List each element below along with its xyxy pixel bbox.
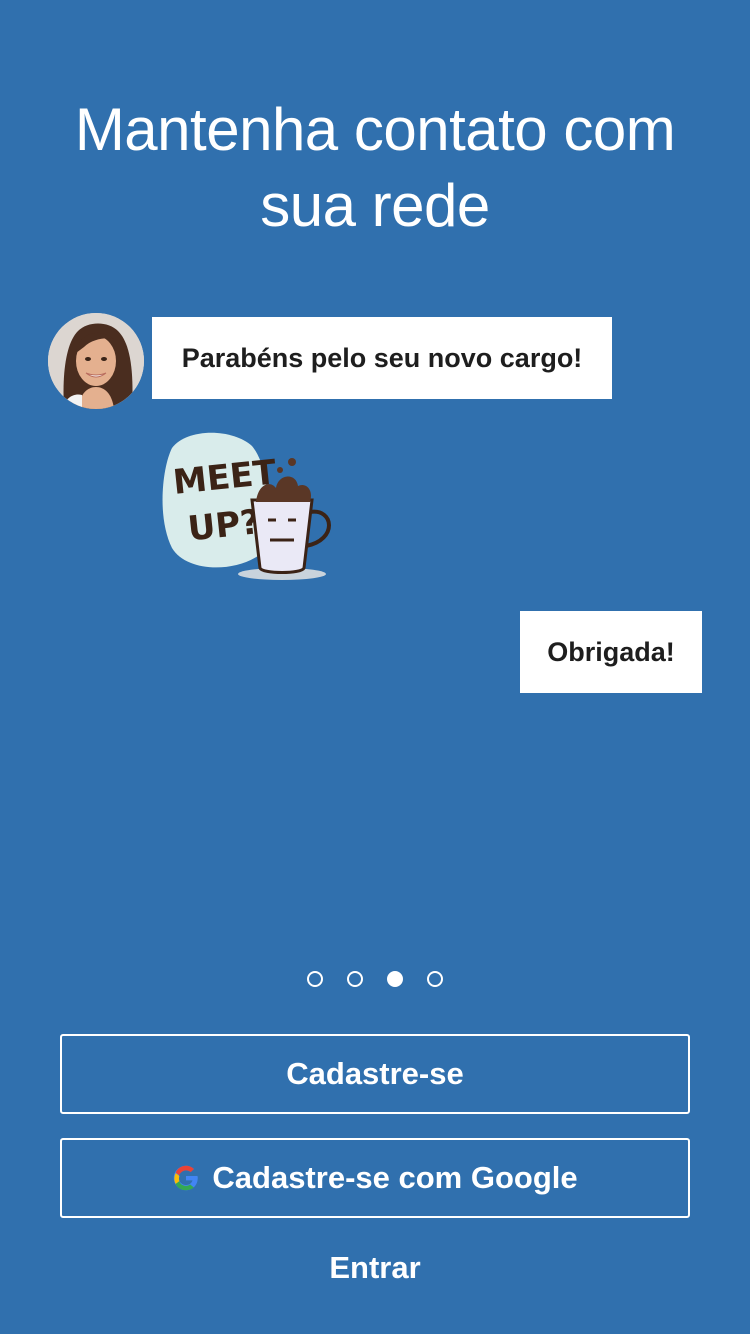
google-icon bbox=[172, 1164, 200, 1192]
page-dot-3-active[interactable] bbox=[387, 971, 403, 987]
page-title: Mantenha contato com sua rede bbox=[0, 92, 750, 244]
page-title-line-1: Mantenha contato com bbox=[74, 96, 676, 163]
page-dot-4[interactable] bbox=[427, 971, 443, 987]
page-indicator[interactable] bbox=[0, 971, 750, 987]
login-link-label: Entrar bbox=[329, 1250, 421, 1285]
page-title-line-2: sua rede bbox=[260, 172, 490, 239]
meetup-sticker-icon: MEET UP? bbox=[152, 428, 352, 588]
page-dot-2[interactable] bbox=[347, 971, 363, 987]
page-dot-1[interactable] bbox=[307, 971, 323, 987]
incoming-message-text: Parabéns pelo seu novo cargo! bbox=[181, 342, 583, 373]
signup-button-label: Cadastre-se bbox=[286, 1056, 464, 1091]
sticker-text-line-2: UP? bbox=[186, 502, 262, 549]
signup-button[interactable]: Cadastre-se bbox=[60, 1034, 690, 1114]
google-signup-button[interactable]: Cadastre-se com Google bbox=[60, 1138, 690, 1218]
google-signup-button-label: Cadastre-se com Google bbox=[212, 1160, 578, 1195]
outgoing-message-bubble: Obrigada! bbox=[520, 611, 702, 693]
outgoing-message-text: Obrigada! bbox=[547, 636, 675, 667]
login-link[interactable]: Entrar bbox=[0, 1250, 750, 1286]
avatar bbox=[48, 313, 144, 409]
incoming-message-bubble: Parabéns pelo seu novo cargo! bbox=[152, 317, 612, 399]
